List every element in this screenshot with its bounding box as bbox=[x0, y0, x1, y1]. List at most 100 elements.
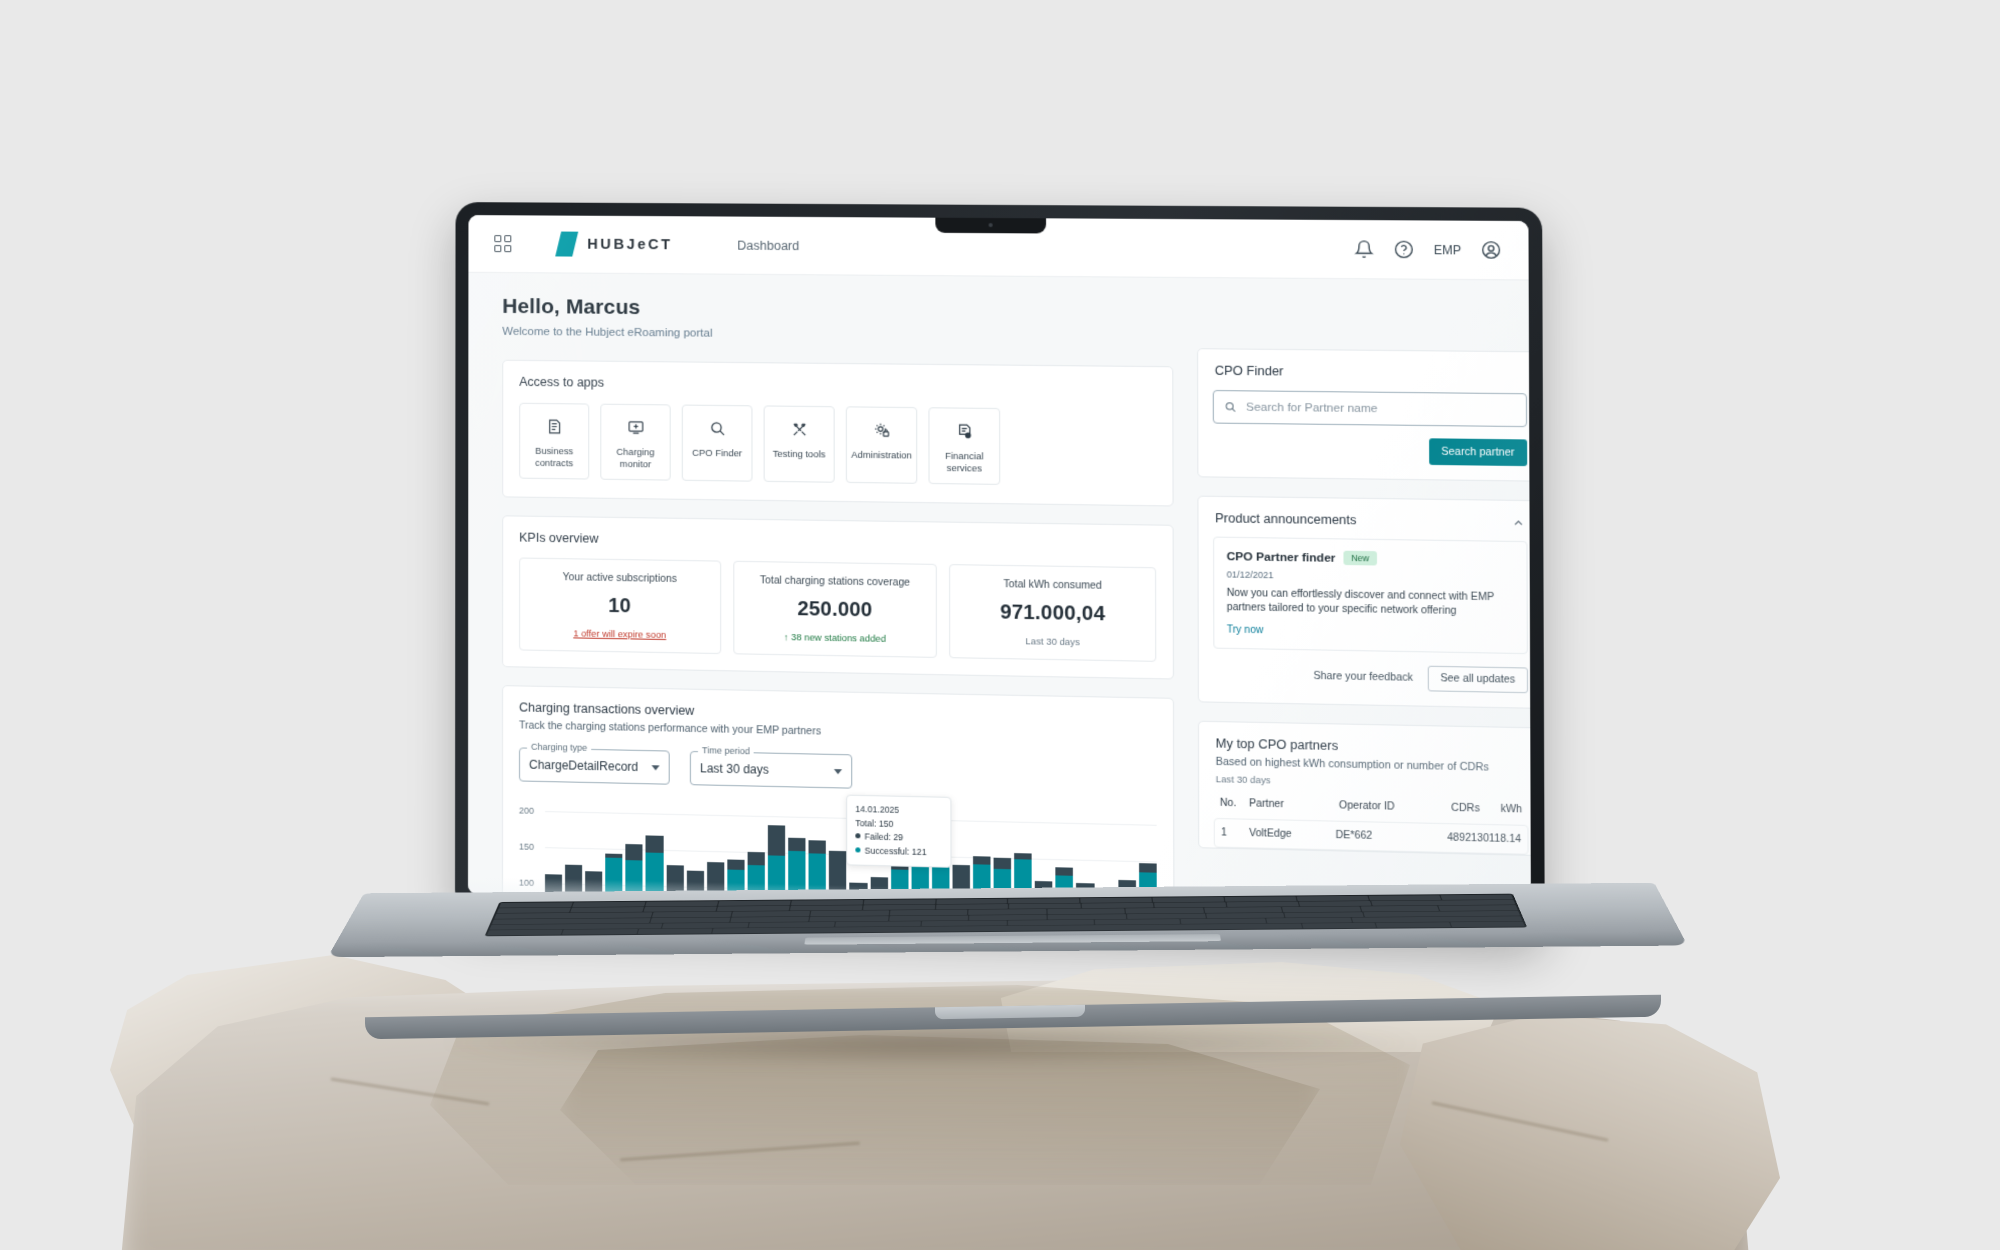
bar-segment-failed bbox=[727, 859, 745, 870]
access-to-apps-card: Access to apps Business contracts Chargi… bbox=[502, 359, 1174, 507]
bar-segment-failed bbox=[788, 837, 806, 852]
kpi-label: Total charging stations coverage bbox=[759, 575, 911, 589]
key bbox=[1301, 922, 1377, 929]
document-lines-icon bbox=[524, 415, 584, 438]
bar-segment-failed bbox=[993, 857, 1012, 870]
time-period-value: Last 30 days bbox=[699, 761, 769, 777]
kpi-offer-expiry-link[interactable]: 1 offer will expire soon bbox=[528, 628, 712, 641]
scene: HUBJeCT Dashboard EMP Hello, Marcus Welc… bbox=[0, 0, 2000, 1250]
app-tile-testing-tools[interactable]: Testing tools bbox=[763, 405, 835, 483]
app-tile-charging-monitor[interactable]: Charging monitor bbox=[600, 403, 671, 481]
product-announcements-card: Product announcements CPO Partner finder… bbox=[1197, 495, 1531, 709]
cell-operator-id: DE*662 bbox=[1335, 829, 1373, 842]
col-no: No. bbox=[1219, 797, 1237, 810]
col-operator-id: Operator ID bbox=[1338, 800, 1395, 813]
kpi-period: Last 30 days bbox=[1025, 636, 1080, 648]
app-tile-administration[interactable]: Administration bbox=[845, 406, 918, 484]
bar-segment-failed bbox=[645, 835, 664, 854]
charging-type-value: ChargeDetailRecord bbox=[529, 757, 639, 774]
search-actions: Search partner bbox=[1198, 423, 1531, 480]
app-tile-label: CPO Finder bbox=[692, 446, 743, 459]
kpi-delta-text: 38 new stations added bbox=[791, 632, 886, 644]
col-cdrs: CDRs bbox=[1451, 802, 1480, 815]
legend-dot-failed bbox=[855, 833, 861, 839]
try-now-link[interactable]: Try now bbox=[1227, 624, 1514, 640]
y-axis-tick: 150 bbox=[518, 841, 535, 852]
bar-segment-failed bbox=[1138, 863, 1157, 874]
side-column: CPO Finder Search partner bbox=[1197, 348, 1531, 921]
new-badge: New bbox=[1343, 550, 1377, 566]
y-axis-tick: 100 bbox=[518, 877, 535, 888]
charging-type-select-box[interactable]: ChargeDetailRecord bbox=[519, 747, 670, 785]
app-tile-financial-services[interactable]: Financial services bbox=[928, 407, 1001, 485]
col-partner: Partner bbox=[1249, 798, 1284, 811]
page-title: Hello, Marcus bbox=[502, 294, 641, 320]
kpi-stations-coverage: Total charging stations coverage 250.000… bbox=[732, 560, 938, 658]
kpi-delta: ↑ 38 new stations added bbox=[742, 631, 928, 644]
app-tile-business-contracts[interactable]: Business contracts bbox=[519, 402, 590, 480]
chevron-up-icon[interactable] bbox=[1512, 516, 1526, 530]
table-row[interactable]: 1 VoltEdge DE*662 4892 130118.14 bbox=[1213, 817, 1529, 855]
charging-type-select[interactable]: Charging type ChargeDetailRecord bbox=[519, 741, 670, 785]
see-all-updates-button[interactable]: See all updates bbox=[1427, 665, 1529, 694]
time-period-select-box[interactable]: Last 30 days bbox=[689, 750, 853, 789]
search-partner-button[interactable]: Search partner bbox=[1428, 438, 1528, 467]
top-bar-actions: EMP bbox=[1354, 239, 1501, 259]
app-tile-label: Charging monitor bbox=[616, 445, 655, 470]
key bbox=[1449, 921, 1525, 928]
tooltip-date: 14.01.2025 bbox=[855, 803, 900, 815]
cpo-finder-card: CPO Finder Search partner bbox=[1197, 348, 1531, 482]
share-feedback-link[interactable]: Share your feedback bbox=[1313, 671, 1413, 684]
user-circle-icon[interactable] bbox=[1481, 240, 1501, 260]
hubject-logo-icon bbox=[555, 232, 578, 257]
app-grid-icon[interactable] bbox=[494, 235, 512, 253]
invoice-icon bbox=[934, 419, 995, 442]
tooltip-successful-text: Successful: 121 bbox=[864, 845, 927, 857]
kpi-value: 250.000 bbox=[797, 598, 873, 622]
cell-no: 1 bbox=[1221, 827, 1227, 839]
page-content: Access to apps Business contracts Chargi… bbox=[468, 337, 1531, 920]
chevron-down-icon bbox=[833, 768, 843, 774]
main-column: Access to apps Business contracts Chargi… bbox=[501, 342, 1175, 920]
charging-type-legend: Charging type bbox=[527, 741, 592, 753]
top-cpo-partners-card: My top CPO partners Based on highest kWh… bbox=[1197, 720, 1531, 857]
partner-search-field[interactable] bbox=[1212, 390, 1528, 428]
search-input[interactable] bbox=[1246, 401, 1516, 417]
kpi-total-kwh: Total kWh consumed 971.000,04 Last 30 da… bbox=[949, 564, 1157, 662]
bar-segment-failed bbox=[767, 825, 786, 856]
key bbox=[637, 928, 713, 934]
bell-icon[interactable] bbox=[1354, 239, 1374, 259]
nav-item-dashboard[interactable]: Dashboard bbox=[737, 238, 799, 252]
bar-segment-failed bbox=[808, 840, 827, 854]
announcement-date: 01/12/2021 bbox=[1226, 569, 1274, 581]
account-label: EMP bbox=[1433, 242, 1462, 257]
partners-table: No. Partner Operator ID CDRs kWh 1 VoltE… bbox=[1199, 784, 1531, 855]
announcements-title: Product announcements bbox=[1215, 511, 1357, 528]
app-tile-label: Financial services bbox=[945, 449, 984, 474]
app-tile-cpo-finder[interactable]: CPO Finder bbox=[681, 404, 753, 482]
dashboard-app: HUBJeCT Dashboard EMP Hello, Marcus Welc… bbox=[467, 215, 1531, 921]
webcam bbox=[988, 223, 993, 228]
keyboard bbox=[484, 893, 1528, 937]
cell-kwh: 130118.14 bbox=[1471, 832, 1522, 846]
time-period-legend: Time period bbox=[697, 745, 754, 757]
charging-transactions-card: Charging transactions overview Track the… bbox=[501, 685, 1175, 920]
key bbox=[487, 929, 564, 936]
bar-segment-failed bbox=[625, 844, 643, 861]
search-icon bbox=[1224, 400, 1237, 413]
kpi-label: Your active subscriptions bbox=[562, 572, 677, 586]
tooltip-failed-text: Failed: 29 bbox=[864, 831, 904, 843]
tooltip-successful: Successful: 121 bbox=[855, 844, 942, 860]
kpis-overview-card: KPIs overview Your active subscriptions … bbox=[502, 515, 1174, 680]
brand-logo[interactable]: HUBJeCT bbox=[555, 232, 673, 258]
help-circle-icon[interactable] bbox=[1394, 240, 1414, 260]
cpo-finder-title: CPO Finder bbox=[1214, 363, 1284, 379]
time-period-select[interactable]: Time period Last 30 days bbox=[689, 745, 853, 789]
app-tile-label: Testing tools bbox=[772, 447, 826, 460]
key bbox=[1375, 922, 1451, 928]
chevron-down-icon bbox=[651, 764, 660, 770]
kpi-value: 971.000,04 bbox=[1000, 601, 1106, 626]
announcement-item: CPO Partner finder New 01/12/2021 Now yo… bbox=[1213, 536, 1528, 655]
cell-cdrs: 4892 bbox=[1447, 832, 1472, 845]
kpi-value: 10 bbox=[608, 594, 632, 618]
